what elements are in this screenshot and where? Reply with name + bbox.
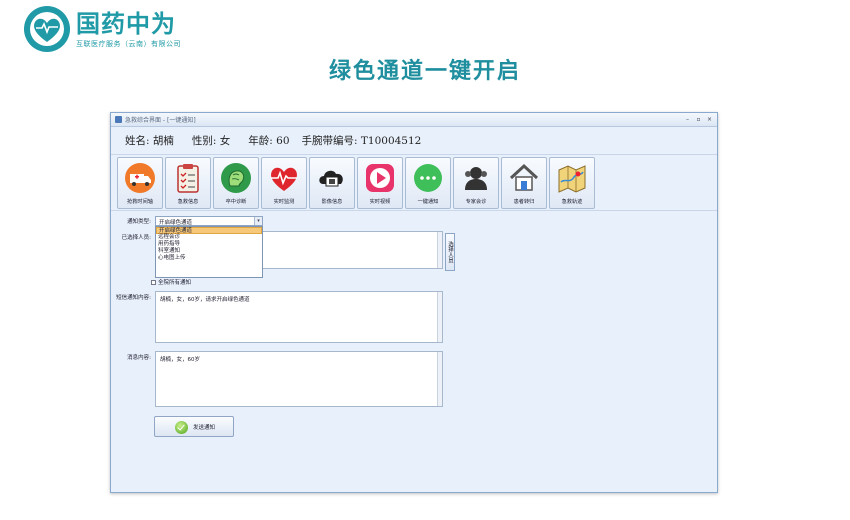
scrollbar[interactable] xyxy=(437,352,442,406)
toolbar-expert-consult-button[interactable]: 专家会诊 xyxy=(453,156,499,209)
slide-title: 绿色通道一键开启 xyxy=(328,59,521,84)
patient-age: 年龄: 60 xyxy=(248,135,290,147)
window-titlebar[interactable]: 急救综合界面 - [一键通知] – ▫ × xyxy=(111,113,717,127)
all-hospital-checkbox[interactable] xyxy=(151,279,156,285)
checkbox-label: 全院所有通知 xyxy=(158,280,192,286)
all-hospital-checkbox-row[interactable]: 全院所有通知 xyxy=(151,278,191,286)
send-button-label: 发送通知 xyxy=(193,424,216,431)
toolbar-label: 影像信息 xyxy=(321,198,343,205)
logo-name: 国药中为 xyxy=(76,10,176,38)
toolbar-label: 急救信息 xyxy=(177,198,199,205)
notify-type-dropdown: 开启绿色通道 远程会诊 用药指导 科室通知 心电图上传 xyxy=(155,226,263,278)
scrollbar[interactable] xyxy=(437,292,442,342)
toolbar-label: 患者转归 xyxy=(513,198,535,205)
video-play-icon xyxy=(366,163,394,192)
toolbar-realtime-video-button[interactable]: 实时视频 xyxy=(357,156,403,209)
close-button[interactable]: × xyxy=(706,116,713,124)
toolbar-label: 卒中诊断 xyxy=(225,198,247,205)
toolbar-one-key-notify-button[interactable]: 一键通知 xyxy=(405,156,451,209)
toolbar-label: 实时监测 xyxy=(273,198,295,205)
clipboard-icon xyxy=(177,163,199,193)
expert-icon xyxy=(465,166,487,190)
heart-monitor-icon xyxy=(271,167,297,191)
ambulance-icon xyxy=(125,162,155,193)
patient-band-number: 手腕带编号: T10004512 xyxy=(301,135,422,147)
patient-name: 姓名: 胡楠 xyxy=(125,135,174,147)
minimize-button[interactable]: – xyxy=(684,116,691,124)
toolbar-imaging-button[interactable]: 影像信息 xyxy=(309,156,355,209)
toolbar-label: 一键通知 xyxy=(417,198,439,205)
message-content-textarea[interactable]: 胡楠，女，60岁 xyxy=(155,351,443,407)
app-window: 急救综合界面 - [一键通知] – ▫ × 姓名: 胡楠 性别: 女 年龄: 6… xyxy=(110,112,718,493)
chat-bubble-icon xyxy=(414,163,442,192)
toolbar-label: 专家会诊 xyxy=(465,198,487,205)
window-title: 急救综合界面 - [一键通知] xyxy=(125,117,196,124)
dropdown-option[interactable]: 开启绿色通道 xyxy=(156,227,262,234)
company-logo: 国药中为 互联医疗服务（云南）有限公司 xyxy=(22,4,181,54)
message-content-label: 消息内容: xyxy=(127,355,151,361)
home-icon xyxy=(509,163,539,191)
toolbar-label: 实时视频 xyxy=(369,198,391,205)
dropdown-option[interactable]: 科室通知 xyxy=(156,248,262,255)
toolbar-patient-outcome-button[interactable]: 患者转归 xyxy=(501,156,547,209)
toolbar-label: 抢救时间轴 xyxy=(127,198,153,205)
dropdown-option[interactable]: 远程会诊 xyxy=(156,234,262,241)
chevron-down-icon[interactable]: ▾ xyxy=(254,217,262,225)
toolbar-stroke-diagnosis-button[interactable]: 卒中诊断 xyxy=(213,156,259,209)
map-icon xyxy=(558,164,586,193)
send-notification-button[interactable]: 发送通知 xyxy=(154,416,234,437)
patient-info-bar: 姓名: 胡楠 性别: 女 年龄: 60 手腕带编号: T10004512 xyxy=(111,127,717,155)
dropdown-option[interactable]: 心电图上传 xyxy=(156,255,262,262)
toolbar-emergency-info-button[interactable]: 急救信息 xyxy=(165,156,211,209)
brain-icon xyxy=(221,162,251,193)
film-cloud-icon xyxy=(319,170,343,186)
slide: 国药中为 互联医疗服务（云南）有限公司 绿色通道一键开启 急救综合界面 - [一… xyxy=(0,0,850,520)
check-circle-icon xyxy=(175,421,188,434)
logo-subtitle: 互联医疗服务（云南）有限公司 xyxy=(76,40,181,48)
toolbar-emergency-track-button[interactable]: 急救轨迹 xyxy=(549,156,595,209)
toolbar-label: 急救轨迹 xyxy=(561,198,583,205)
heart-shield-logo-icon xyxy=(24,6,70,52)
function-toolbar: 抢救时间轴 急救信息 卒中诊断 实时监测 影像信息 实时视频 一键通知 专家会诊… xyxy=(111,155,717,211)
message-content-value: 胡楠，女，60岁 xyxy=(160,357,200,363)
maximize-button[interactable]: ▫ xyxy=(695,116,702,124)
sms-content-textarea[interactable]: 胡楠，女，60岁，请求开启绿色通道 xyxy=(155,291,443,343)
dropdown-option[interactable]: 用药指导 xyxy=(156,241,262,248)
notification-form: 通知类型: 开启绿色通道 ▾ 开启绿色通道 远程会诊 用药指导 科室通知 心电图… xyxy=(111,211,717,481)
sms-content-label: 短信通知内容: xyxy=(116,295,151,301)
toolbar-timeline-button[interactable]: 抢救时间轴 xyxy=(117,156,163,209)
notify-type-select[interactable]: 开启绿色通道 ▾ xyxy=(155,216,263,226)
notify-type-label: 通知类型: xyxy=(127,219,151,225)
choose-people-button[interactable]: 选择人员 xyxy=(445,233,455,271)
toolbar-realtime-monitor-button[interactable]: 实时监测 xyxy=(261,156,307,209)
selected-people-label: 已选择人员: xyxy=(121,235,151,241)
scrollbar[interactable] xyxy=(437,232,442,268)
app-icon xyxy=(115,116,122,123)
sms-content-value: 胡楠，女，60岁，请求开启绿色通道 xyxy=(160,297,250,303)
patient-gender: 性别: 女 xyxy=(191,135,231,147)
